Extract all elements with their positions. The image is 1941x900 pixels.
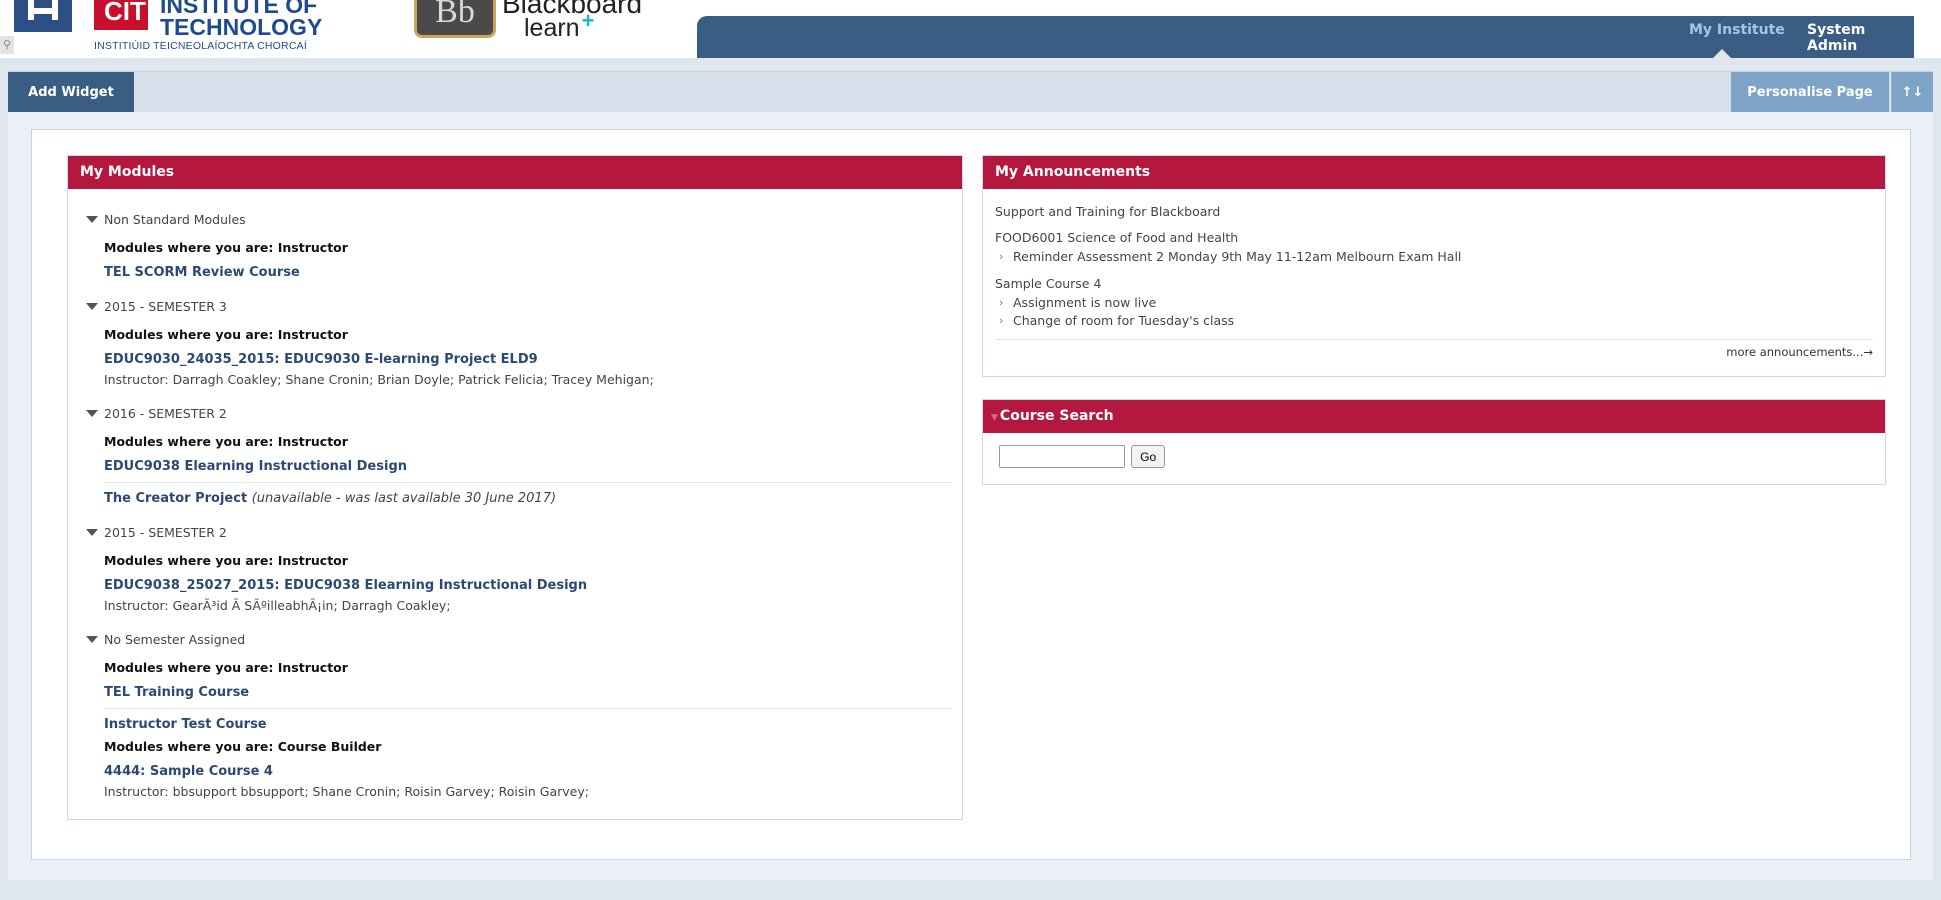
learn-brand: learn+ [524, 8, 595, 42]
divider [104, 708, 952, 709]
tab-system-admin[interactable]: System Admin [1803, 22, 1914, 54]
chevron-right-icon: › [999, 314, 1004, 327]
announcement-item[interactable]: › Change of room for Tuesday's class [995, 312, 1873, 329]
top-navigation: My Institute System Admin [697, 16, 1914, 58]
collapse-triangle-icon[interactable] [86, 529, 98, 536]
my-announcements-header[interactable]: My Announcements [983, 156, 1885, 189]
course-link[interactable]: EDUC9038_25027_2015: EDUC9038 Elearning … [104, 576, 962, 595]
institute-irish-name: INSTITIÚID TEICNEOLAÍOCHTA CHORCAÍ [94, 40, 307, 52]
blackboard-logo-icon: Bb [414, 0, 496, 38]
chevron-right-icon: › [999, 250, 1004, 263]
go-button[interactable]: Go [1131, 445, 1166, 468]
role-label: Modules where you are: Instructor [104, 240, 348, 255]
term-toggle[interactable]: 2016 - SEMESTER 2 [86, 405, 962, 423]
collapse-triangle-icon[interactable]: ▼ [991, 413, 998, 423]
term-toggle[interactable]: 2015 - SEMESTER 2 [86, 524, 962, 542]
collapse-triangle-icon[interactable] [86, 216, 98, 223]
active-tab-pointer [1713, 49, 1731, 58]
course-link[interactable]: EDUC9038 Elearning Instructional Design [104, 457, 962, 476]
role-label: Modules where you are: Course Builder [104, 739, 382, 754]
my-modules-header[interactable]: My Modules [68, 156, 962, 189]
role-label: Modules where you are: Instructor [104, 434, 348, 449]
link-icon[interactable]: ⚲ [0, 36, 14, 54]
announcement-item[interactable]: › Assignment is now live [995, 294, 1873, 311]
term-toggle[interactable]: 2015 - SEMESTER 3 [86, 298, 962, 316]
course-link[interactable]: 4444: Sample Course 4 [104, 762, 962, 781]
cit-logo: CIT [94, 0, 148, 30]
term-group: 2016 - SEMESTER 2 Modules where you are:… [68, 405, 962, 508]
term-group: No Semester Assigned Modules where you a… [68, 631, 962, 801]
term-toggle[interactable]: No Semester Assigned [86, 631, 962, 649]
page-header: CIT INSTITUTE OF TECHNOLOGY INSTITIÚID T… [0, 0, 1941, 58]
announcement-group: FOOD6001 Science of Food and Health [995, 230, 1239, 245]
role-label: Modules where you are: Instructor [104, 327, 348, 342]
course-search-widget: ▼ Course Search Go [982, 399, 1886, 485]
course-link[interactable]: TEL Training Course [104, 683, 962, 702]
personalise-page-button[interactable]: Personalise Page [1731, 72, 1889, 113]
instructor-list: Instructor: Darragh Coakley; Shane Croni… [104, 372, 654, 387]
term-group: Non Standard Modules Modules where you a… [68, 211, 962, 282]
main-area: My Modules Non Standard Modules Modules … [8, 112, 1933, 880]
my-announcements-widget: My Announcements Support and Training fo… [982, 155, 1886, 377]
course-link[interactable]: Instructor Test Course [104, 715, 962, 734]
announcement-group: Sample Course 4 [995, 276, 1102, 291]
instructor-list: Instructor: bbsupport bbsupport; Shane C… [104, 784, 589, 799]
course-unavailable[interactable]: The Creator Project (unavailable - was l… [104, 489, 962, 508]
content-panel: My Modules Non Standard Modules Modules … [31, 129, 1911, 860]
collapse-triangle-icon[interactable] [86, 636, 98, 643]
institute-crest-logo [14, 0, 72, 32]
announcement-group: Support and Training for Blackboard [995, 204, 1221, 219]
instructor-list: Instructor: GearÃ³id Ã SÃºilleabhÃ¡in; D… [104, 598, 451, 613]
course-link[interactable]: TEL SCORM Review Course [104, 263, 962, 282]
course-search-header[interactable]: ▼ Course Search [983, 400, 1885, 433]
course-link[interactable]: EDUC9030_24035_2015: EDUC9030 E-learning… [104, 350, 962, 369]
institute-name: INSTITUTE OF TECHNOLOGY [160, 0, 323, 40]
role-label: Modules where you are: Instructor [104, 660, 348, 675]
divider [104, 482, 952, 483]
term-toggle[interactable]: Non Standard Modules [86, 211, 962, 229]
chevron-right-icon: › [999, 296, 1004, 309]
course-search-input[interactable] [999, 445, 1125, 468]
term-group: 2015 - SEMESTER 2 Modules where you are:… [68, 524, 962, 615]
collapse-triangle-icon[interactable] [86, 410, 98, 417]
add-widget-button[interactable]: Add Widget [8, 72, 134, 113]
my-modules-widget: My Modules Non Standard Modules Modules … [67, 155, 963, 820]
term-group: 2015 - SEMESTER 3 Modules where you are:… [68, 298, 962, 389]
reorder-icon[interactable]: ↑↓ [1891, 72, 1933, 113]
page-toolbar: Add Widget Personalise Page ↑↓ [8, 71, 1933, 113]
role-label: Modules where you are: Instructor [104, 553, 348, 568]
tab-my-institute[interactable]: My Institute [1685, 22, 1789, 38]
announcement-item[interactable]: › Reminder Assessment 2 Monday 9th May 11… [995, 248, 1873, 265]
collapse-triangle-icon[interactable] [86, 303, 98, 310]
more-announcements-link[interactable]: more announcements...→ [995, 339, 1873, 359]
